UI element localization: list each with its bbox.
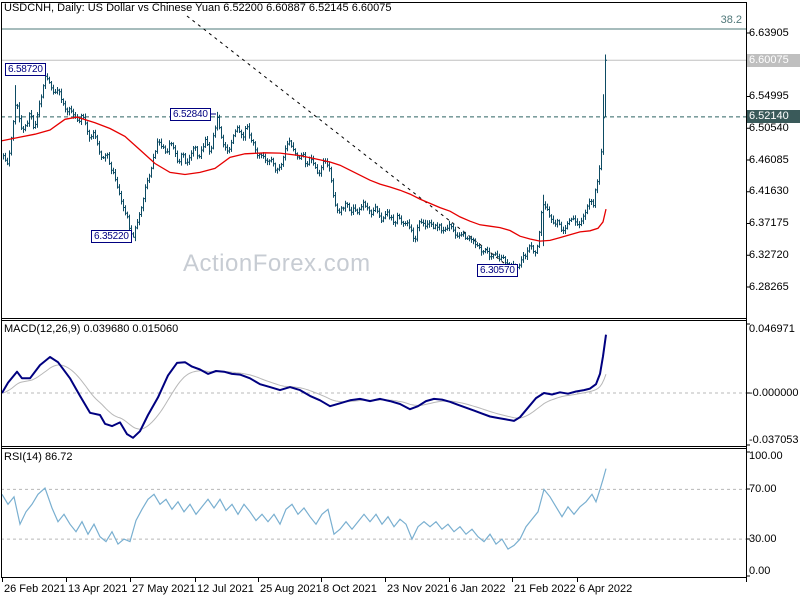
- price-axis-label: 6.41630: [749, 185, 789, 198]
- price-marker-label[interactable]: 6.58720: [5, 63, 46, 76]
- date-axis-label: 6 Jan 2022: [451, 583, 506, 595]
- rsi-axis-label: 0.00: [749, 564, 771, 577]
- moving-average-line[interactable]: [1, 116, 607, 242]
- date-axis-label: 26 Feb 2021: [4, 583, 66, 595]
- rsi-indicator-label: RSI(14) 86.72: [4, 451, 73, 463]
- rsi-axis-label: 70.00: [749, 482, 777, 495]
- date-axis-label: 27 May 2021: [132, 583, 196, 595]
- price-axis-label: 6.63905: [749, 26, 789, 39]
- fib-retracement-label: 38.2: [720, 14, 742, 26]
- rsi-axis-label: 30.00: [749, 532, 777, 545]
- date-axis-label: 25 Aug 2021: [260, 583, 322, 595]
- descending-trendline[interactable]: [186, 15, 510, 268]
- price-axis-label: 6.32720: [749, 248, 789, 261]
- price-axis-label: 6.28265: [749, 280, 789, 293]
- price-axis-label: 6.54995: [749, 90, 789, 102]
- date-axis-label: 13 Apr 2021: [68, 583, 128, 595]
- chart-title: USDCNH, Daily: US Dollar vs Chinese Yuan…: [4, 2, 392, 14]
- date-axis-label: 12 Jul 2021: [197, 583, 254, 595]
- bid-price-badge: 6.52140: [747, 110, 800, 124]
- macd-axis-label: -0.000000: [749, 386, 799, 399]
- price-marker-label[interactable]: 6.52840: [170, 108, 211, 121]
- price-axis-label: 6.37175: [749, 217, 789, 229]
- date-axis-label: 23 Nov 2021: [387, 583, 450, 595]
- macd-axis-label: 0.046971: [749, 322, 795, 335]
- macd-axis-label: -0.037053: [749, 433, 799, 446]
- macd-indicator-label: MACD(12,26,9) 0.039680 0.015060: [4, 323, 179, 335]
- price-marker-label[interactable]: 6.30570: [477, 264, 518, 277]
- rsi-line[interactable]: [1, 468, 607, 550]
- date-axis-label: 6 Apr 2022: [579, 583, 633, 595]
- price-axis-label: 6.50540: [749, 121, 789, 134]
- last-price-badge: 6.60075: [747, 53, 800, 67]
- date-axis-label: 21 Feb 2022: [514, 583, 576, 595]
- price-axis-label: 6.46085: [749, 153, 789, 166]
- price-plot[interactable]: [0, 0, 800, 600]
- price-marker-label[interactable]: 6.35220: [91, 230, 132, 243]
- date-axis-label: 8 Oct 2021: [323, 583, 377, 595]
- macd-line[interactable]: [1, 334, 607, 439]
- chart-window: USDCNH, Daily: US Dollar vs Chinese Yuan…: [0, 0, 800, 600]
- rsi-axis-label: 100.00: [749, 449, 783, 462]
